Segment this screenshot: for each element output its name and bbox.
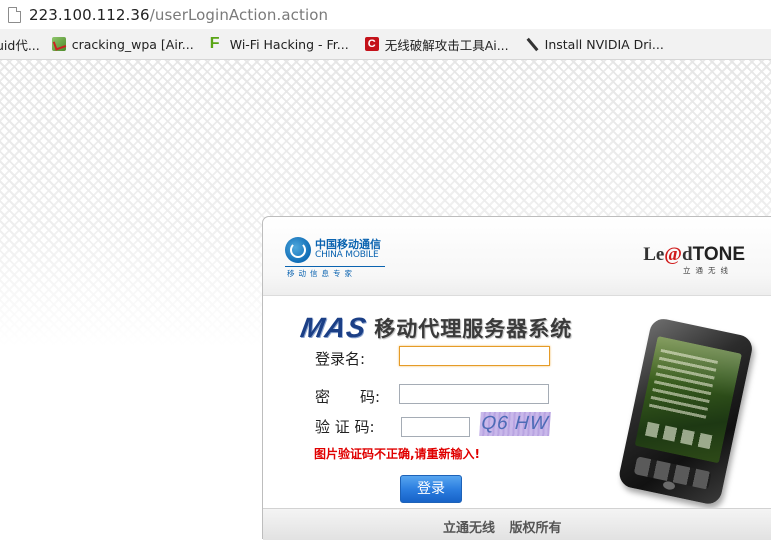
url-host: 223.100.112.36	[29, 5, 150, 24]
mas-logo: MAS	[298, 312, 370, 343]
bookmark-label: Wi-Fi Hacking - Fr...	[229, 36, 349, 52]
login-panel: 中国移动通信 CHINA MOBILE 移动信息专家 Le@dTONE 立通无线…	[262, 216, 771, 540]
password-input[interactable]	[399, 384, 549, 404]
url-path: /userLoginAction.action	[149, 5, 329, 24]
url-text[interactable]: 223.100.112.36/userLoginAction.action	[29, 6, 328, 24]
wrench-icon	[525, 37, 539, 51]
bookmark-label: 无线破解攻击工具Ai...	[384, 37, 509, 53]
system-name: 移动代理服务器系统	[374, 317, 573, 341]
leadtone-d: d	[681, 244, 693, 265]
password-label: 密 码:	[315, 388, 381, 406]
username-label: 登录名:	[315, 350, 366, 368]
panel-footer: 立通无线 版权所有	[263, 508, 771, 540]
china-mobile-globe-icon	[285, 237, 311, 263]
bookmark-label: Install NVIDIA Dri...	[544, 36, 664, 52]
bookmark-item[interactable]: F Wi-Fi Hacking - Fr...	[209, 35, 349, 52]
pencil-icon	[51, 37, 66, 51]
logo-divider	[285, 266, 385, 267]
address-bar[interactable]: 223.100.112.36/userLoginAction.action	[0, 0, 771, 29]
bookmarks-bar: uid代... cracking_wpa [Air... F Wi-Fi Hac…	[0, 29, 771, 60]
panel-header: 中国移动通信 CHINA MOBILE 移动信息专家 Le@dTONE 立通无线	[263, 217, 771, 296]
leadtone-tone: TONE	[692, 244, 745, 265]
bookmark-item[interactable]: cracking_wpa [Air...	[51, 36, 194, 52]
bookmark-item[interactable]: Install NVIDIA Dri...	[525, 37, 664, 52]
smartphone-image	[616, 316, 770, 515]
bookmark-label: cracking_wpa [Air...	[71, 36, 194, 52]
leadtone-at: @	[664, 244, 682, 265]
username-input[interactable]	[399, 346, 550, 366]
f-logo-icon: F	[209, 35, 220, 52]
copyright-text: 立通无线 版权所有	[443, 521, 562, 536]
captcha-input[interactable]	[401, 417, 470, 437]
bookmark-label: uid代...	[0, 37, 40, 53]
captcha-image[interactable]: Q6 HW	[479, 412, 551, 436]
system-title: MAS 移动代理服务器系统	[298, 311, 573, 345]
leadtone-subtitle: 立通无线	[683, 266, 733, 275]
phone-screen	[634, 335, 742, 464]
error-message: 图片验证码不正确,请重新输入!	[314, 447, 481, 461]
china-mobile-logo: 中国移动通信 CHINA MOBILE 移动信息专家	[285, 235, 395, 281]
page-icon	[8, 6, 21, 23]
leadtone-logo: Le@dTONE 立通无线	[633, 245, 745, 277]
login-button[interactable]: 登录	[400, 475, 462, 503]
china-mobile-en: CHINA MOBILE	[315, 250, 379, 260]
phone-body	[617, 316, 755, 507]
bookmark-item[interactable]: uid代...	[0, 35, 40, 54]
leadtone-wordmark: Le@dTONE	[633, 245, 745, 265]
c-logo-icon: C	[364, 37, 379, 51]
leadtone-prefix: Le	[643, 244, 665, 265]
bookmark-item[interactable]: C 无线破解攻击工具Ai...	[364, 35, 509, 54]
captcha-label: 验 证 码:	[315, 418, 375, 436]
china-mobile-slogan: 移动信息专家	[287, 269, 356, 278]
